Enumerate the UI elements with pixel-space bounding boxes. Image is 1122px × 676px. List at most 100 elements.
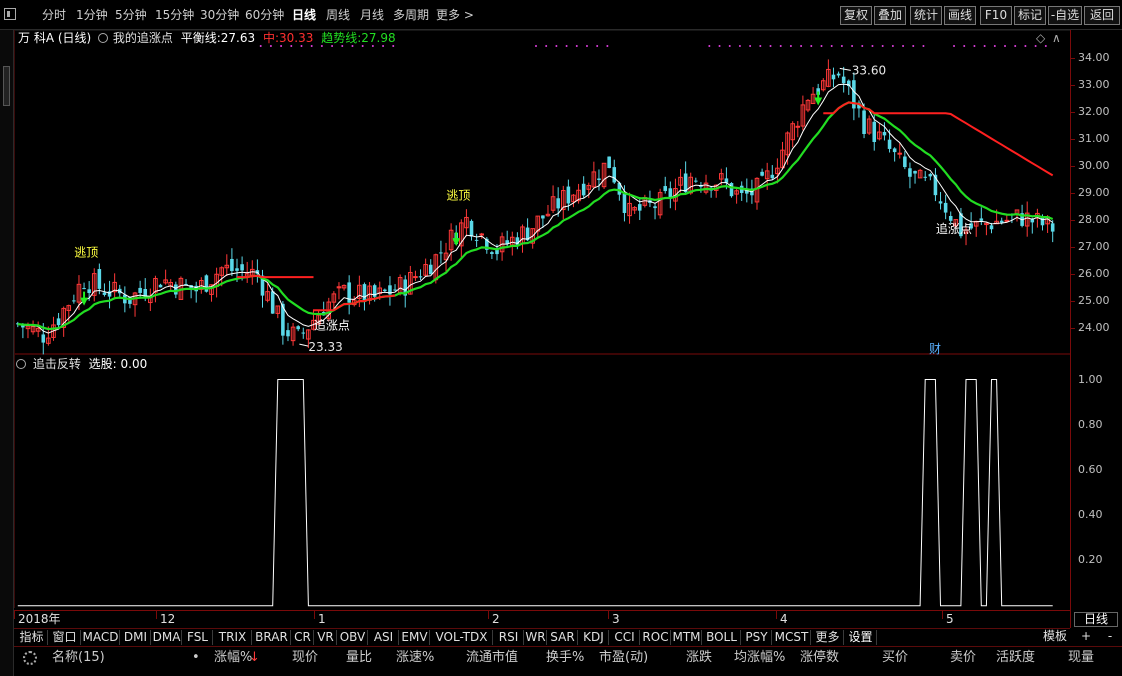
- signal-dot: [708, 45, 711, 47]
- indicator-tab-25[interactable]: 设置: [845, 630, 877, 645]
- indicator-tab-9[interactable]: VR: [315, 630, 337, 645]
- period-tab-10[interactable]: 更多 >: [436, 7, 474, 23]
- list-column-4[interactable]: 量比: [346, 650, 372, 666]
- candle-body: [474, 239, 479, 241]
- candle-body: [653, 206, 657, 209]
- toolbar-button-5[interactable]: 标记: [1014, 6, 1046, 25]
- tick-mark: [1071, 300, 1075, 302]
- period-tab-5[interactable]: 60分钟: [245, 7, 284, 23]
- toolbar-button-4[interactable]: F10: [980, 6, 1012, 25]
- indicator-tab-1[interactable]: 窗口: [49, 630, 81, 645]
- indicator-tab-7[interactable]: BRAR: [253, 630, 291, 645]
- indicator-tab-13[interactable]: VOL-TDX: [431, 630, 493, 645]
- indicator-tab-5[interactable]: FSL: [183, 630, 213, 645]
- date-label: 2: [492, 612, 500, 626]
- indicator-tab-15[interactable]: WR: [525, 630, 547, 645]
- list-column-9[interactable]: 涨跌: [686, 650, 712, 666]
- price-tick: 28.00: [1078, 212, 1110, 226]
- signal-dot: [351, 45, 354, 47]
- signal-dot: [759, 45, 762, 47]
- date-tick: [776, 611, 777, 619]
- gear-icon[interactable]: [23, 651, 37, 665]
- toolbar-button-3[interactable]: 画线: [944, 6, 976, 25]
- indicator-tab-23[interactable]: MCST: [773, 630, 811, 645]
- list-column-11[interactable]: 涨停数: [800, 650, 839, 666]
- indicator-tab-2[interactable]: MACD: [82, 630, 120, 645]
- indicator-tab-12[interactable]: EMV: [400, 630, 430, 645]
- toolbar-button-6[interactable]: -自选: [1048, 6, 1082, 25]
- indicator-tab-4[interactable]: DMA: [152, 630, 182, 645]
- sort-desc-icon[interactable]: ↓: [249, 650, 260, 666]
- list-column-6[interactable]: 流通市值: [466, 650, 518, 666]
- top-toolbar: 分时 1分钟 5分钟 15分钟 30分钟 60分钟 日线 周线 月线 多周期 更多 > 复权 叠加 统计…: [0, 0, 1122, 30]
- list-column-2[interactable]: 涨幅%: [214, 650, 252, 666]
- indicator-tab-22[interactable]: PSY: [742, 630, 772, 645]
- toolbar-button-1[interactable]: 叠加: [874, 6, 906, 25]
- date-label: 2018年: [18, 612, 61, 626]
- list-column-14[interactable]: 活跃度: [996, 650, 1035, 666]
- period-tab-2[interactable]: 5分钟: [115, 7, 147, 23]
- list-column-15[interactable]: 现量: [1068, 650, 1094, 666]
- period-tab-7[interactable]: 周线: [326, 7, 350, 23]
- tab-right-2[interactable]: -: [1100, 629, 1120, 644]
- list-column-7[interactable]: 换手%: [546, 650, 584, 666]
- signal-label-2: 追涨点: [314, 318, 350, 333]
- signal-dot: [800, 45, 803, 47]
- indicator-tab-24[interactable]: 更多: [812, 630, 844, 645]
- indicator-tab-19[interactable]: ROC: [641, 630, 671, 645]
- toolbar-button-7[interactable]: 返回: [1084, 6, 1120, 25]
- left-collapse-strip[interactable]: [0, 30, 14, 676]
- signal-dot: [535, 45, 537, 47]
- tab-right-1[interactable]: +: [1076, 629, 1096, 644]
- period-tab-3[interactable]: 15分钟: [155, 7, 194, 23]
- indicator-tab-8[interactable]: CR: [292, 630, 314, 645]
- list-column-3[interactable]: 现价: [292, 650, 318, 666]
- indicator-tab-0[interactable]: 指标: [16, 630, 48, 645]
- toolbar-button-2[interactable]: 统计: [910, 6, 942, 25]
- signal-dot: [912, 45, 915, 47]
- signal-dot: [565, 45, 568, 47]
- period-tab-9[interactable]: 多周期: [393, 7, 429, 23]
- period-tab-8[interactable]: 月线: [360, 7, 384, 23]
- list-column-8[interactable]: 市盈(动): [599, 650, 648, 666]
- tab-right-0[interactable]: 模板: [1040, 629, 1070, 644]
- price-chart[interactable]: 33.6023.33逃顶逃顶追涨点追涨点财: [14, 30, 1070, 608]
- indicator-tab-21[interactable]: BOLL: [703, 630, 741, 645]
- signal-label-3: 追涨点: [936, 221, 972, 236]
- indicator-tab-20[interactable]: MTM: [672, 630, 702, 645]
- toolbar-button-0[interactable]: 复权: [840, 6, 872, 25]
- period-tab-0[interactable]: 分时: [42, 7, 66, 23]
- indicator-tab-18[interactable]: CCI: [610, 630, 640, 645]
- indicator-tab-3[interactable]: DMI: [121, 630, 151, 645]
- signal-dot: [341, 45, 344, 47]
- panel-toggle-icon[interactable]: [4, 8, 16, 20]
- indicator-tab-17[interactable]: KDJ: [579, 630, 609, 645]
- sub-tick: 1.00: [1078, 372, 1103, 386]
- list-column-12[interactable]: 买价: [882, 650, 908, 666]
- candle-body: [892, 148, 897, 153]
- candle-body: [831, 74, 836, 80]
- list-column-13[interactable]: 卖价: [950, 650, 976, 666]
- list-column-0[interactable]: 名称(15): [52, 650, 105, 666]
- tick-mark: [1071, 246, 1075, 248]
- signal-dot: [259, 45, 262, 47]
- cai-badge[interactable]: 财: [929, 342, 941, 356]
- indicator-tab-14[interactable]: RSI: [494, 630, 524, 645]
- high-price-label: 33.60: [852, 63, 886, 77]
- indicator-tab-16[interactable]: SAR: [548, 630, 578, 645]
- indicator-tab-10[interactable]: OBV: [338, 630, 368, 645]
- price-tick: 29.00: [1078, 185, 1110, 199]
- period-button[interactable]: 日线: [1074, 612, 1118, 627]
- indicator-tab-11[interactable]: ASI: [369, 630, 399, 645]
- list-column-10[interactable]: 均涨幅%: [734, 650, 785, 666]
- list-column-5[interactable]: 涨速%: [396, 650, 434, 666]
- period-tab-6[interactable]: 日线: [292, 7, 316, 23]
- signal-dot: [902, 45, 905, 47]
- list-column-1[interactable]: •: [192, 650, 200, 666]
- period-tab-4[interactable]: 30分钟: [200, 7, 239, 23]
- signal-dot: [310, 45, 313, 47]
- candle-body: [41, 334, 46, 343]
- low-pointer: [299, 343, 309, 347]
- period-tab-1[interactable]: 1分钟: [76, 7, 108, 23]
- indicator-tab-6[interactable]: TRIX: [214, 630, 252, 645]
